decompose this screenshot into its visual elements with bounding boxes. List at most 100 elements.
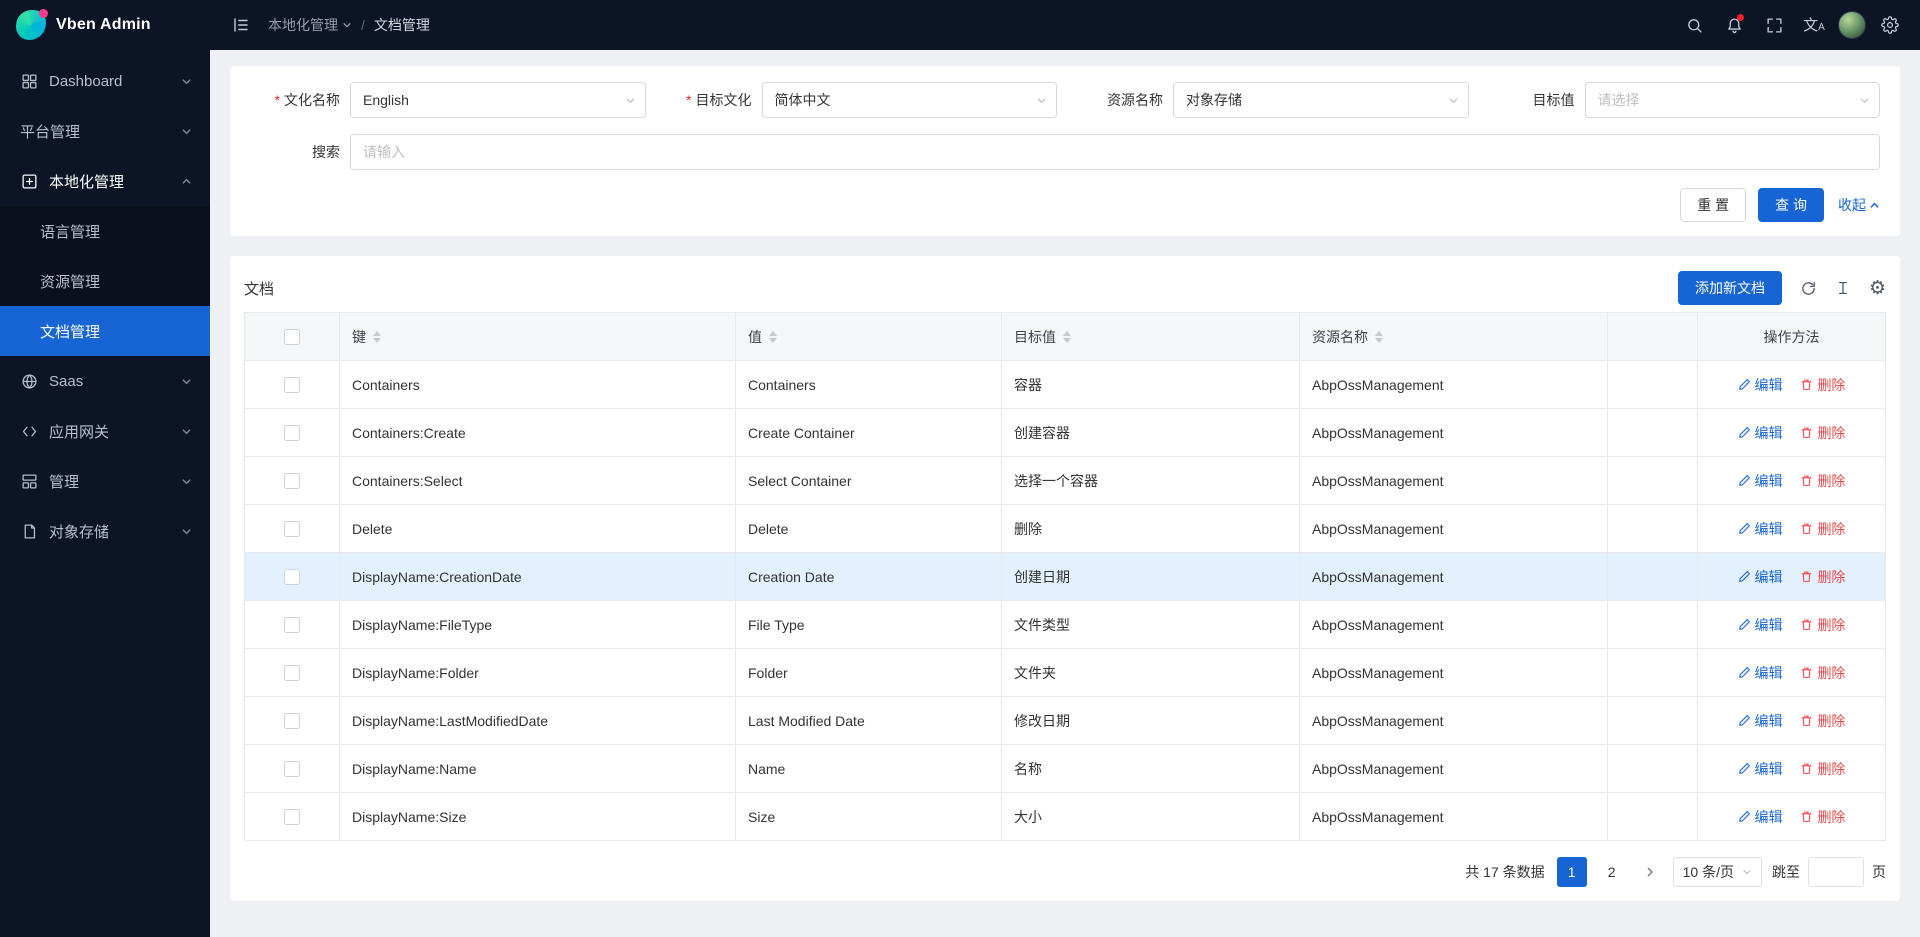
column-header-value[interactable]: 值 — [736, 313, 1002, 361]
reset-button[interactable]: 重 置 — [1680, 188, 1746, 222]
delete-button[interactable]: 删除 — [1800, 807, 1845, 827]
field-label: 文化名称 — [250, 90, 350, 110]
table-row[interactable]: Containers:Create Create Container 创建容器 … — [245, 409, 1886, 457]
collapse-filter-link[interactable]: 收起 — [1838, 195, 1880, 215]
row-checkbox[interactable] — [284, 425, 300, 441]
select-all-checkbox[interactable] — [284, 329, 300, 345]
row-checkbox[interactable] — [284, 473, 300, 489]
edit-button[interactable]: 编辑 — [1738, 759, 1783, 779]
culture-name-select[interactable]: English — [350, 82, 646, 118]
row-checkbox[interactable] — [284, 521, 300, 537]
chevron-down-icon — [342, 20, 352, 30]
translate-icon[interactable]: 文A — [1798, 9, 1830, 41]
row-checkbox[interactable] — [284, 377, 300, 393]
table-row[interactable]: DisplayName:FileType File Type 文件类型 AbpO… — [245, 601, 1886, 649]
edit-button[interactable]: 编辑 — [1738, 375, 1783, 395]
page-button-1[interactable]: 1 — [1557, 857, 1587, 887]
app-logo[interactable]: Vben Admin — [0, 0, 210, 50]
target-value-select[interactable]: 请选择 — [1585, 82, 1881, 118]
search-input[interactable] — [350, 134, 1880, 170]
pencil-icon — [1738, 810, 1751, 823]
column-header-key[interactable]: 键 — [340, 313, 736, 361]
row-checkbox[interactable] — [284, 761, 300, 777]
sidebar-item-dashboard[interactable]: Dashboard — [0, 56, 210, 106]
edit-button[interactable]: 编辑 — [1738, 807, 1783, 827]
trash-icon — [1800, 378, 1813, 391]
sort-icons — [769, 331, 777, 343]
sidebar-item-resource-management[interactable]: 资源管理 — [0, 256, 210, 306]
sidebar-item-saas[interactable]: Saas — [0, 356, 210, 406]
delete-button[interactable]: 删除 — [1800, 663, 1845, 683]
menu-label: 文档管理 — [40, 321, 100, 342]
edit-button[interactable]: 编辑 — [1738, 663, 1783, 683]
sort-icons — [1375, 331, 1383, 343]
page-size-select[interactable]: 10 条/页 — [1673, 857, 1762, 887]
sidebar: Vben Admin Dashboard 平台管理 — [0, 0, 210, 937]
sidebar-item-platform[interactable]: 平台管理 — [0, 106, 210, 156]
delete-button[interactable]: 删除 — [1800, 375, 1845, 395]
delete-button[interactable]: 删除 — [1800, 759, 1845, 779]
edit-button[interactable]: 编辑 — [1738, 567, 1783, 587]
table-row[interactable]: DisplayName:Size Size 大小 AbpOssManagemen… — [245, 793, 1886, 841]
target-culture-select[interactable]: 简体中文 — [762, 82, 1058, 118]
chevron-down-icon — [181, 526, 192, 537]
search-icon[interactable] — [1678, 9, 1710, 41]
user-avatar[interactable] — [1838, 11, 1866, 39]
sidebar-item-localization[interactable]: 本地化管理 — [0, 156, 210, 206]
sidebar-item-document-management[interactable]: 文档管理 — [0, 306, 210, 356]
row-checkbox[interactable] — [284, 809, 300, 825]
table-row[interactable]: DisplayName:CreationDate Creation Date 创… — [245, 553, 1886, 601]
next-page-button[interactable] — [1637, 857, 1663, 887]
cell-actions: 编辑 删除 — [1698, 697, 1886, 745]
edit-button[interactable]: 编辑 — [1738, 615, 1783, 635]
page-button-2[interactable]: 2 — [1597, 857, 1627, 887]
delete-button[interactable]: 删除 — [1800, 423, 1845, 443]
fullscreen-icon[interactable] — [1758, 9, 1790, 41]
row-checkbox[interactable] — [284, 617, 300, 633]
row-checkbox[interactable] — [284, 569, 300, 585]
chevron-down-icon — [181, 76, 192, 87]
sidebar-item-object-storage[interactable]: 对象存储 — [0, 506, 210, 556]
delete-button[interactable]: 删除 — [1800, 615, 1845, 635]
settings-gear-icon[interactable] — [1874, 9, 1906, 41]
edit-button[interactable]: 编辑 — [1738, 519, 1783, 539]
page-jump-input[interactable] — [1808, 857, 1864, 887]
cell-resource-name: AbpOssManagement — [1300, 793, 1608, 841]
delete-button[interactable]: 删除 — [1800, 519, 1845, 539]
menu-fold-icon[interactable] — [226, 10, 256, 40]
query-button[interactable]: 查 询 — [1758, 188, 1824, 222]
row-checkbox[interactable] — [284, 665, 300, 681]
breadcrumb-parent[interactable]: 本地化管理 — [268, 15, 352, 35]
trash-icon — [1800, 714, 1813, 727]
add-document-button[interactable]: 添加新文档 — [1678, 271, 1782, 305]
menu-label: 对象存储 — [49, 521, 109, 542]
column-header-resource-name[interactable]: 资源名称 — [1300, 313, 1608, 361]
refresh-icon[interactable] — [1800, 280, 1817, 297]
delete-button[interactable]: 删除 — [1800, 711, 1845, 731]
table-row[interactable]: Containers:Select Select Container 选择一个容… — [245, 457, 1886, 505]
edit-button[interactable]: 编辑 — [1738, 471, 1783, 491]
table-row[interactable]: Containers Containers 容器 AbpOssManagemen… — [245, 361, 1886, 409]
row-height-icon[interactable] — [1835, 280, 1851, 296]
row-checkbox[interactable] — [284, 713, 300, 729]
column-header-target-value[interactable]: 目标值 — [1002, 313, 1300, 361]
table-row[interactable]: DisplayName:Name Name 名称 AbpOssManagemen… — [245, 745, 1886, 793]
sidebar-item-language-management[interactable]: 语言管理 — [0, 206, 210, 256]
edit-button[interactable]: 编辑 — [1738, 711, 1783, 731]
cell-empty — [1608, 601, 1698, 649]
column-settings-gear-icon[interactable]: ⚙ — [1869, 279, 1886, 298]
delete-button[interactable]: 删除 — [1800, 471, 1845, 491]
sidebar-item-management[interactable]: 管理 — [0, 456, 210, 506]
sidebar-item-app-gateway[interactable]: 应用网关 — [0, 406, 210, 456]
field-label: 搜索 — [250, 142, 350, 162]
table-row[interactable]: DisplayName:LastModifiedDate Last Modifi… — [245, 697, 1886, 745]
table-row[interactable]: DisplayName:Folder Folder 文件夹 AbpOssMana… — [245, 649, 1886, 697]
resource-name-select[interactable]: 对象存储 — [1173, 82, 1469, 118]
table-row[interactable]: Delete Delete 删除 AbpOssManagement 编辑 — [245, 505, 1886, 553]
delete-button[interactable]: 删除 — [1800, 567, 1845, 587]
column-header-empty — [1608, 313, 1698, 361]
filter-fields: 文化名称 English 目标文化 简体中文 — [250, 82, 1880, 118]
cell-actions: 编辑 删除 — [1698, 793, 1886, 841]
edit-button[interactable]: 编辑 — [1738, 423, 1783, 443]
notification-bell-icon[interactable] — [1718, 9, 1750, 41]
